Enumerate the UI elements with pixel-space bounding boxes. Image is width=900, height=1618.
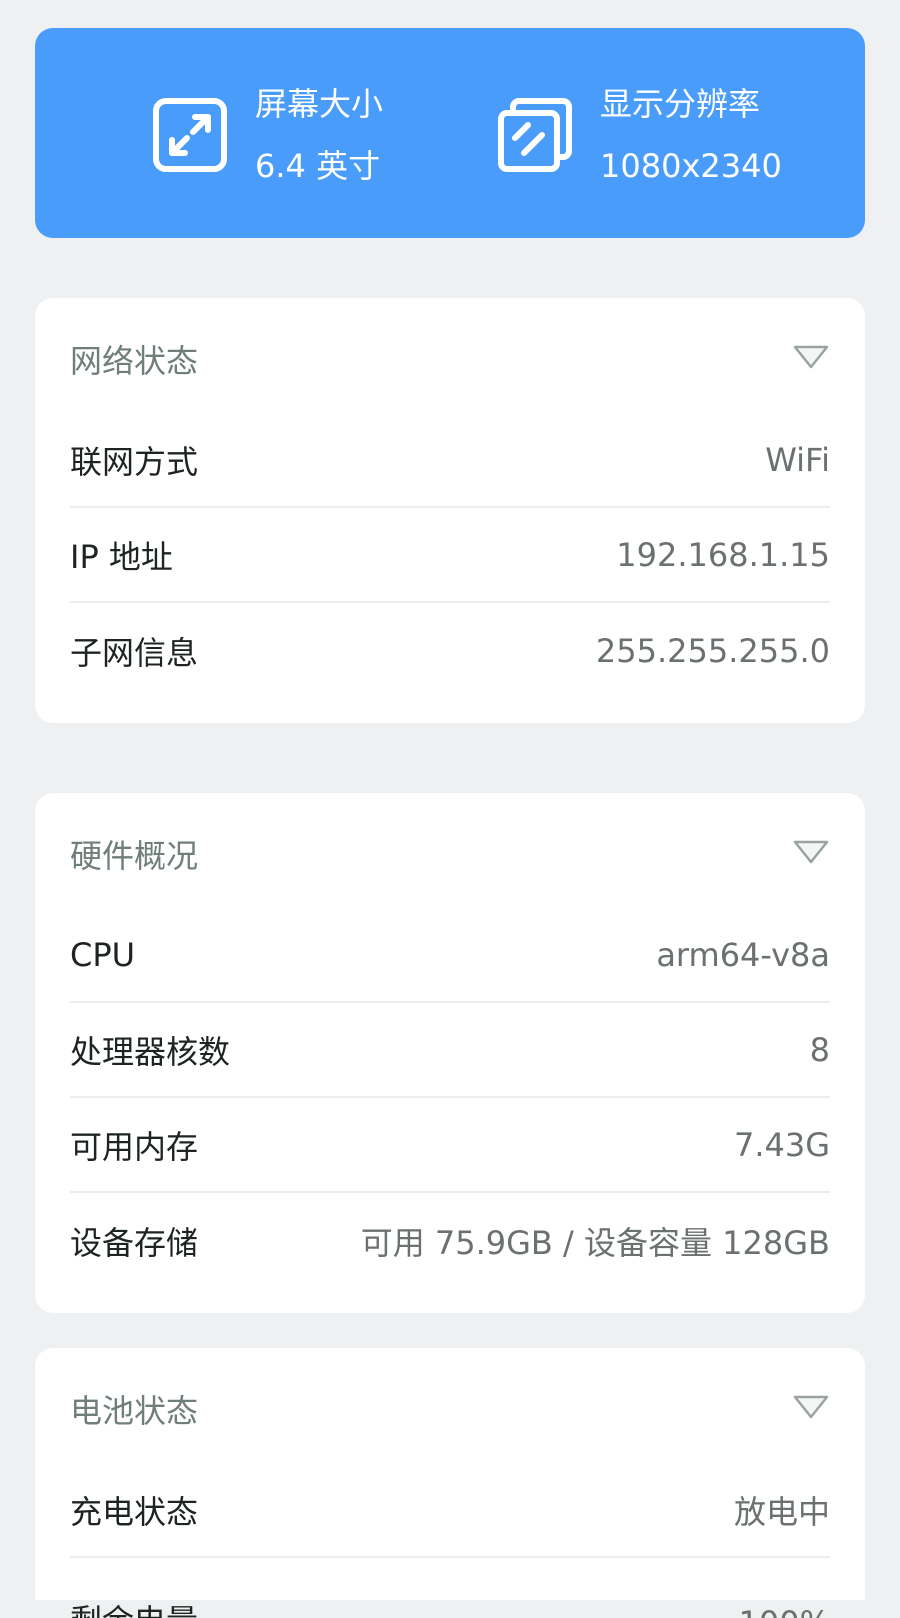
battery-status-card: 电池状态 充电状态 放电中 剩余电量 100%: [35, 1348, 865, 1618]
cpu-cores-row: 处理器核数 8: [70, 1003, 830, 1098]
cpu-label: CPU: [70, 935, 136, 974]
battery-level-label: 剩余电量: [70, 1596, 198, 1618]
resolution-info: 显示分辨率 1080x2340: [490, 78, 782, 192]
screen-size-info: 屏幕大小 6.4 英寸: [145, 78, 383, 192]
ip-address-value: 192.168.1.15: [616, 535, 830, 574]
battery-level-value: 100%: [739, 1604, 830, 1618]
hardware-overview-title: 硬件概况: [70, 837, 199, 875]
subnet-value: 255.255.255.0: [595, 631, 830, 670]
memory-value: 7.43G: [733, 1125, 830, 1164]
chevron-down-icon[interactable]: [792, 343, 830, 371]
charging-state-value: 放电中: [733, 1492, 830, 1531]
charging-state-label: 充电状态: [70, 1492, 199, 1531]
layers-icon: [490, 90, 580, 180]
hardware-overview-header[interactable]: 硬件概况: [35, 793, 865, 908]
screen-size-title: 屏幕大小: [255, 85, 384, 123]
storage-row: 设备存储 可用 75.9GB / 设备容量 128GB: [70, 1193, 830, 1288]
chevron-down-icon[interactable]: [792, 838, 830, 866]
subnet-label: 子网信息: [70, 633, 199, 672]
cpu-cores-value: 8: [809, 1030, 830, 1069]
chevron-down-icon[interactable]: [792, 1393, 830, 1421]
resolution-title: 显示分辨率: [600, 85, 761, 123]
display-info-banner: 屏幕大小 6.4 英寸 显示分辨率 1080x2340: [35, 28, 865, 238]
ip-address-label: IP 地址: [70, 537, 173, 576]
expand-icon: [145, 90, 235, 180]
cpu-row: CPU arm64-v8a: [70, 908, 830, 1003]
cpu-value: arm64-v8a: [656, 935, 830, 974]
ip-address-row: IP 地址 192.168.1.15: [70, 508, 830, 603]
network-status-header[interactable]: 网络状态: [35, 298, 865, 413]
hardware-overview-card: 硬件概况 CPU arm64-v8a 处理器核数 8 可用内存 7.43G 设备…: [35, 793, 865, 1313]
network-type-label: 联网方式: [70, 442, 199, 481]
subnet-row: 子网信息 255.255.255.0: [70, 603, 830, 698]
network-type-value: WiFi: [765, 440, 830, 479]
network-status-card: 网络状态 联网方式 WiFi IP 地址 192.168.1.15 子网信息 2…: [35, 298, 865, 723]
network-type-row: 联网方式 WiFi: [70, 413, 830, 508]
charging-state-row: 充电状态 放电中: [70, 1463, 830, 1558]
memory-label: 可用内存: [70, 1127, 199, 1166]
memory-row: 可用内存 7.43G: [70, 1098, 830, 1193]
screen-size-value: 6.4 英寸: [255, 147, 381, 185]
resolution-value: 1080x2340: [600, 147, 782, 185]
storage-label: 设备存储: [70, 1223, 199, 1262]
battery-status-header[interactable]: 电池状态: [35, 1348, 865, 1463]
storage-value: 可用 75.9GB / 设备容量 128GB: [360, 1223, 830, 1262]
battery-level-row: 剩余电量 100%: [70, 1558, 830, 1618]
cpu-cores-label: 处理器核数: [70, 1032, 231, 1071]
battery-status-title: 电池状态: [70, 1392, 199, 1430]
network-status-title: 网络状态: [70, 342, 199, 380]
